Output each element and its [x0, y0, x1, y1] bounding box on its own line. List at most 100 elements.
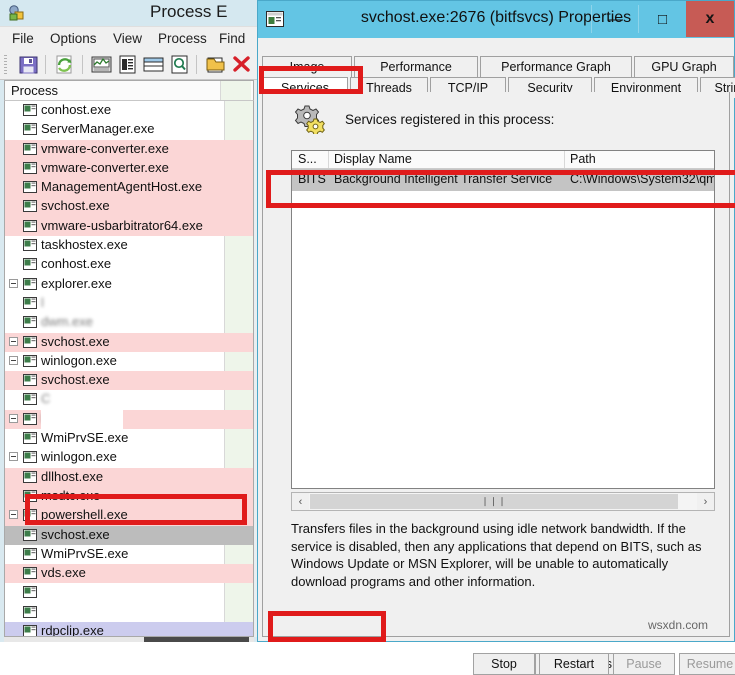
kill-process-icon[interactable] [231, 54, 252, 75]
service-description: Transfers files in the background using … [291, 520, 715, 590]
dll-view-icon[interactable] [205, 54, 226, 75]
process-icon [23, 489, 37, 503]
tree-collapse-icon[interactable] [9, 414, 18, 423]
process-row[interactable]: msdtc.exe [5, 487, 253, 506]
refresh-icon[interactable] [54, 54, 75, 75]
process-icon [23, 392, 37, 406]
tree-collapse-icon[interactable] [9, 510, 18, 519]
process-row[interactable]: powershell.exe [5, 506, 253, 525]
services-header-divider-2[interactable] [564, 151, 565, 168]
process-row[interactable]: WmiPrvSE.exe [5, 545, 253, 564]
services-listbox[interactable]: S... Display Name Path BITS Background I… [291, 150, 715, 489]
services-cell-display-name: Background Intelligent Transfer Service [334, 172, 552, 186]
properties-icon[interactable] [117, 54, 138, 75]
process-row[interactable]: svchost.exe [5, 526, 253, 545]
menu-options[interactable]: Options [50, 31, 97, 46]
process-row[interactable]: vmware-converter.exe [5, 140, 253, 159]
process-row[interactable]: WmiPrvSE.exe [5, 429, 253, 448]
process-name: WmiPrvSE.exe [41, 430, 128, 445]
process-row[interactable]: ServerManager.exe [5, 120, 253, 139]
tab-performance[interactable]: Performance [354, 56, 478, 77]
process-row[interactable]: vds.exe [5, 564, 253, 583]
menu-process[interactable]: Process [158, 31, 207, 46]
process-row[interactable] [5, 603, 253, 622]
dialog-titlebar[interactable]: svchost.exe:2676 (bitfsvcs) Properties —… [258, 1, 734, 38]
process-list[interactable]: conhost.exe ServerManager.exe vmware-conve… [4, 101, 254, 637]
process-row[interactable]: vmware-usbarbitrator64.exe [5, 217, 253, 236]
process-row[interactable]: l [5, 410, 253, 429]
process-row[interactable]: rdpclip.exe [5, 622, 253, 637]
toolbar-separator-3 [196, 55, 197, 74]
process-row[interactable]: svchost.exe [5, 371, 253, 390]
tab-performance-graph[interactable]: Performance Graph [480, 56, 632, 77]
tab-image[interactable]: Image [262, 56, 352, 77]
process-row[interactable]: conhost.exe [5, 101, 253, 120]
system-information-icon[interactable] [91, 54, 112, 75]
process-row[interactable]: dllhost.exe [5, 468, 253, 487]
process-row[interactable]: winlogon.exe [5, 448, 253, 467]
tab-gpu-graph[interactable]: GPU Graph [634, 56, 734, 77]
minimize-button[interactable]: — [592, 1, 639, 37]
process-row[interactable]: dwm.exe [5, 313, 253, 332]
services-column-path[interactable]: Path [570, 152, 596, 166]
close-button[interactable]: x [686, 1, 734, 37]
scroll-left-icon[interactable]: ‹ [292, 493, 309, 510]
process-icon [23, 103, 37, 117]
process-row[interactable] [5, 583, 253, 602]
process-row[interactable]: ManagementAgentHost.exe [5, 178, 253, 197]
process-row[interactable]: winlogon.exe [5, 352, 253, 371]
process-name: svchost.exe [41, 198, 110, 213]
scroll-right-icon[interactable]: › [697, 493, 714, 510]
find-window-icon[interactable] [169, 54, 190, 75]
column-header-process[interactable]: Process [11, 83, 58, 98]
process-icon [23, 431, 37, 445]
services-header-divider-1[interactable] [328, 151, 329, 168]
stop-button[interactable]: Stop [473, 653, 535, 675]
process-icon [23, 219, 37, 233]
process-name: vds.exe [41, 565, 86, 580]
services-column-service[interactable]: S... [298, 152, 317, 166]
process-row[interactable]: vmware-converter.exe [5, 159, 253, 178]
process-row[interactable]: conhost.exe [5, 255, 253, 274]
process-list-horizontal-scrollbar[interactable] [4, 637, 254, 642]
process-name: explorer.exe [41, 276, 112, 291]
process-icon [23, 624, 37, 637]
window-list-icon[interactable] [143, 54, 164, 75]
menu-find[interactable]: Find [219, 31, 245, 46]
process-row[interactable]: svchost.exe [5, 197, 253, 216]
column-header-cpu[interactable] [220, 81, 251, 100]
restart-button[interactable]: Restart [539, 653, 609, 675]
toolbar-grip[interactable] [4, 55, 7, 74]
process-name: WmiPrvSE.exe [41, 546, 128, 561]
tree-collapse-icon[interactable] [9, 279, 18, 288]
process-name: vmware-converter.exe [41, 160, 169, 175]
process-icon [23, 528, 37, 542]
scroll-thumb[interactable]: ❘❘❘ [310, 494, 678, 509]
process-name: ServerManager.exe [41, 121, 154, 136]
menu-view[interactable]: View [113, 31, 142, 46]
hscroll-thumb[interactable] [144, 637, 249, 642]
process-explorer-icon [8, 4, 26, 22]
process-row[interactable]: explorer.exe [5, 275, 253, 294]
services-gears-icon [293, 104, 327, 134]
services-row-bits[interactable]: BITS Background Intelligent Transfer Ser… [292, 169, 714, 191]
menu-file[interactable]: File [12, 31, 34, 46]
services-column-display-name[interactable]: Display Name [334, 152, 412, 166]
tree-collapse-icon[interactable] [9, 337, 18, 346]
maximize-button[interactable]: □ [639, 1, 686, 37]
process-row[interactable]: svchost.exe [5, 333, 253, 352]
process-row[interactable]: taskhostex.exe [5, 236, 253, 255]
services-horizontal-scrollbar[interactable]: ‹ ❘❘❘ › [291, 492, 715, 511]
save-icon[interactable] [18, 54, 39, 75]
process-icon [23, 547, 37, 561]
process-row[interactable]: C [5, 390, 253, 409]
process-name: conhost.exe [41, 256, 111, 271]
process-name: conhost.exe [41, 102, 111, 117]
watermark: wsxdn.com [648, 618, 708, 632]
process-name: l [41, 295, 44, 310]
tree-collapse-icon[interactable] [9, 356, 18, 365]
process-row[interactable]: l [5, 294, 253, 313]
tree-collapse-icon[interactable] [9, 452, 18, 461]
resume-button: Resume [679, 653, 735, 675]
process-name: taskhostex.exe [41, 237, 128, 252]
